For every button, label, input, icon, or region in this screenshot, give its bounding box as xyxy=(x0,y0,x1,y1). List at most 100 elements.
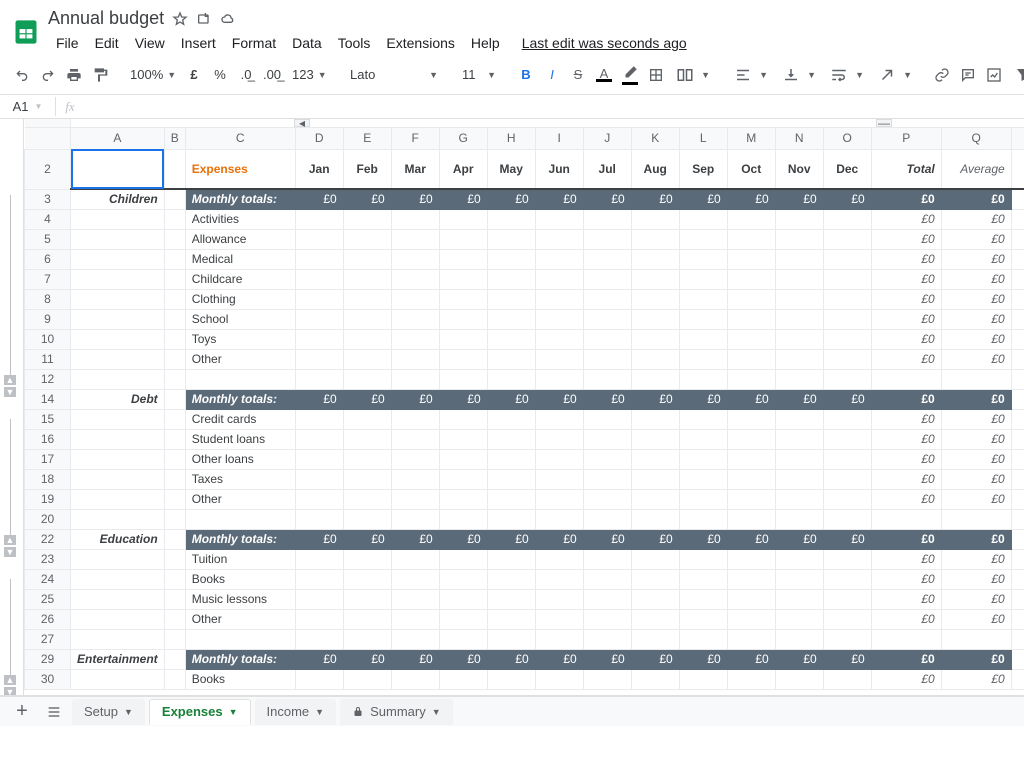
cell[interactable] xyxy=(71,329,165,349)
col-header[interactable]: O xyxy=(823,127,871,149)
cell[interactable] xyxy=(679,309,727,329)
cell[interactable] xyxy=(871,369,941,389)
cell[interactable] xyxy=(487,509,535,529)
cell[interactable] xyxy=(1011,349,1024,369)
cell[interactable]: £0 xyxy=(941,409,1011,429)
cell[interactable] xyxy=(823,269,871,289)
cell[interactable] xyxy=(775,469,823,489)
cell[interactable]: £0 xyxy=(391,389,439,409)
cell[interactable] xyxy=(775,209,823,229)
cell[interactable] xyxy=(775,569,823,589)
cell[interactable]: £0 xyxy=(679,649,727,669)
cell[interactable]: £0 xyxy=(343,389,391,409)
cell[interactable] xyxy=(164,489,185,509)
cell[interactable] xyxy=(164,629,185,649)
cell[interactable]: Apr xyxy=(439,149,487,189)
cell[interactable] xyxy=(439,329,487,349)
cell[interactable] xyxy=(439,629,487,649)
cell[interactable] xyxy=(1011,649,1024,669)
cell[interactable] xyxy=(727,509,775,529)
cell[interactable] xyxy=(295,229,343,249)
cell[interactable] xyxy=(583,349,631,369)
row-header[interactable]: 4 xyxy=(25,209,71,229)
group-expand[interactable]: ▼ xyxy=(4,687,16,696)
cell[interactable] xyxy=(631,349,679,369)
cell[interactable] xyxy=(343,329,391,349)
cell[interactable] xyxy=(71,609,165,629)
cell[interactable] xyxy=(71,549,165,569)
menu-tools[interactable]: Tools xyxy=(330,31,379,55)
cell[interactable] xyxy=(71,269,165,289)
cell[interactable]: Childcare xyxy=(185,269,295,289)
cell[interactable]: £0 xyxy=(775,649,823,669)
cell[interactable]: Children xyxy=(71,189,165,209)
cell[interactable] xyxy=(1011,209,1024,229)
cell[interactable] xyxy=(164,389,185,409)
cell[interactable] xyxy=(71,229,165,249)
cell[interactable] xyxy=(727,269,775,289)
cell[interactable] xyxy=(164,569,185,589)
cell[interactable]: Aug xyxy=(631,149,679,189)
cell[interactable] xyxy=(1011,449,1024,469)
tab-expenses[interactable]: Expenses▼ xyxy=(149,699,251,725)
cell[interactable]: £0 xyxy=(941,329,1011,349)
merge-dropdown[interactable]: ▼ xyxy=(670,62,716,88)
cell[interactable]: £0 xyxy=(727,649,775,669)
cell[interactable]: Jul xyxy=(583,149,631,189)
cell[interactable]: £0 xyxy=(941,189,1011,209)
cell[interactable]: £0 xyxy=(727,529,775,549)
cell[interactable] xyxy=(391,609,439,629)
cell[interactable]: Allowance xyxy=(185,229,295,249)
cell[interactable] xyxy=(295,669,343,689)
cell[interactable] xyxy=(295,609,343,629)
cell[interactable] xyxy=(631,449,679,469)
cell[interactable]: £0 xyxy=(487,389,535,409)
cell[interactable] xyxy=(295,309,343,329)
cell[interactable] xyxy=(439,469,487,489)
all-sheets-button[interactable] xyxy=(40,699,68,725)
cell[interactable] xyxy=(535,449,583,469)
cell[interactable] xyxy=(727,629,775,649)
cell[interactable] xyxy=(391,589,439,609)
cell[interactable] xyxy=(164,429,185,449)
group-expand[interactable]: ▼ xyxy=(4,387,16,397)
cell[interactable] xyxy=(535,609,583,629)
cell[interactable] xyxy=(727,609,775,629)
cell[interactable] xyxy=(295,269,343,289)
cell[interactable] xyxy=(439,549,487,569)
cell[interactable] xyxy=(1011,669,1024,689)
cell[interactable] xyxy=(1011,629,1024,649)
cell[interactable] xyxy=(631,629,679,649)
comment-button[interactable] xyxy=(956,62,980,88)
cell[interactable]: Other xyxy=(185,609,295,629)
cell[interactable] xyxy=(583,489,631,509)
cell[interactable]: Mar xyxy=(391,149,439,189)
group-collapse[interactable]: ▲ xyxy=(4,535,16,545)
cell[interactable] xyxy=(631,589,679,609)
cell[interactable] xyxy=(631,469,679,489)
cell[interactable]: £0 xyxy=(871,229,941,249)
cell[interactable] xyxy=(439,349,487,369)
cell[interactable] xyxy=(823,469,871,489)
zoom-dropdown[interactable]: 100%▼ xyxy=(124,62,170,88)
cell[interactable] xyxy=(535,469,583,489)
row-header[interactable]: 26 xyxy=(25,609,71,629)
cell[interactable] xyxy=(439,489,487,509)
cell[interactable] xyxy=(391,309,439,329)
cell[interactable]: £0 xyxy=(295,189,343,209)
cell[interactable]: £0 xyxy=(941,429,1011,449)
cell[interactable] xyxy=(391,349,439,369)
cell[interactable] xyxy=(391,629,439,649)
cell[interactable] xyxy=(391,209,439,229)
cell[interactable] xyxy=(727,229,775,249)
cell[interactable]: £0 xyxy=(487,189,535,209)
cell[interactable] xyxy=(679,409,727,429)
row-header[interactable]: 9 xyxy=(25,309,71,329)
paint-format-button[interactable] xyxy=(88,62,112,88)
cell[interactable] xyxy=(775,449,823,469)
cell[interactable] xyxy=(535,369,583,389)
cell[interactable]: £0 xyxy=(823,529,871,549)
cell[interactable] xyxy=(1011,369,1024,389)
cell[interactable]: £0 xyxy=(941,649,1011,669)
cell[interactable] xyxy=(343,429,391,449)
